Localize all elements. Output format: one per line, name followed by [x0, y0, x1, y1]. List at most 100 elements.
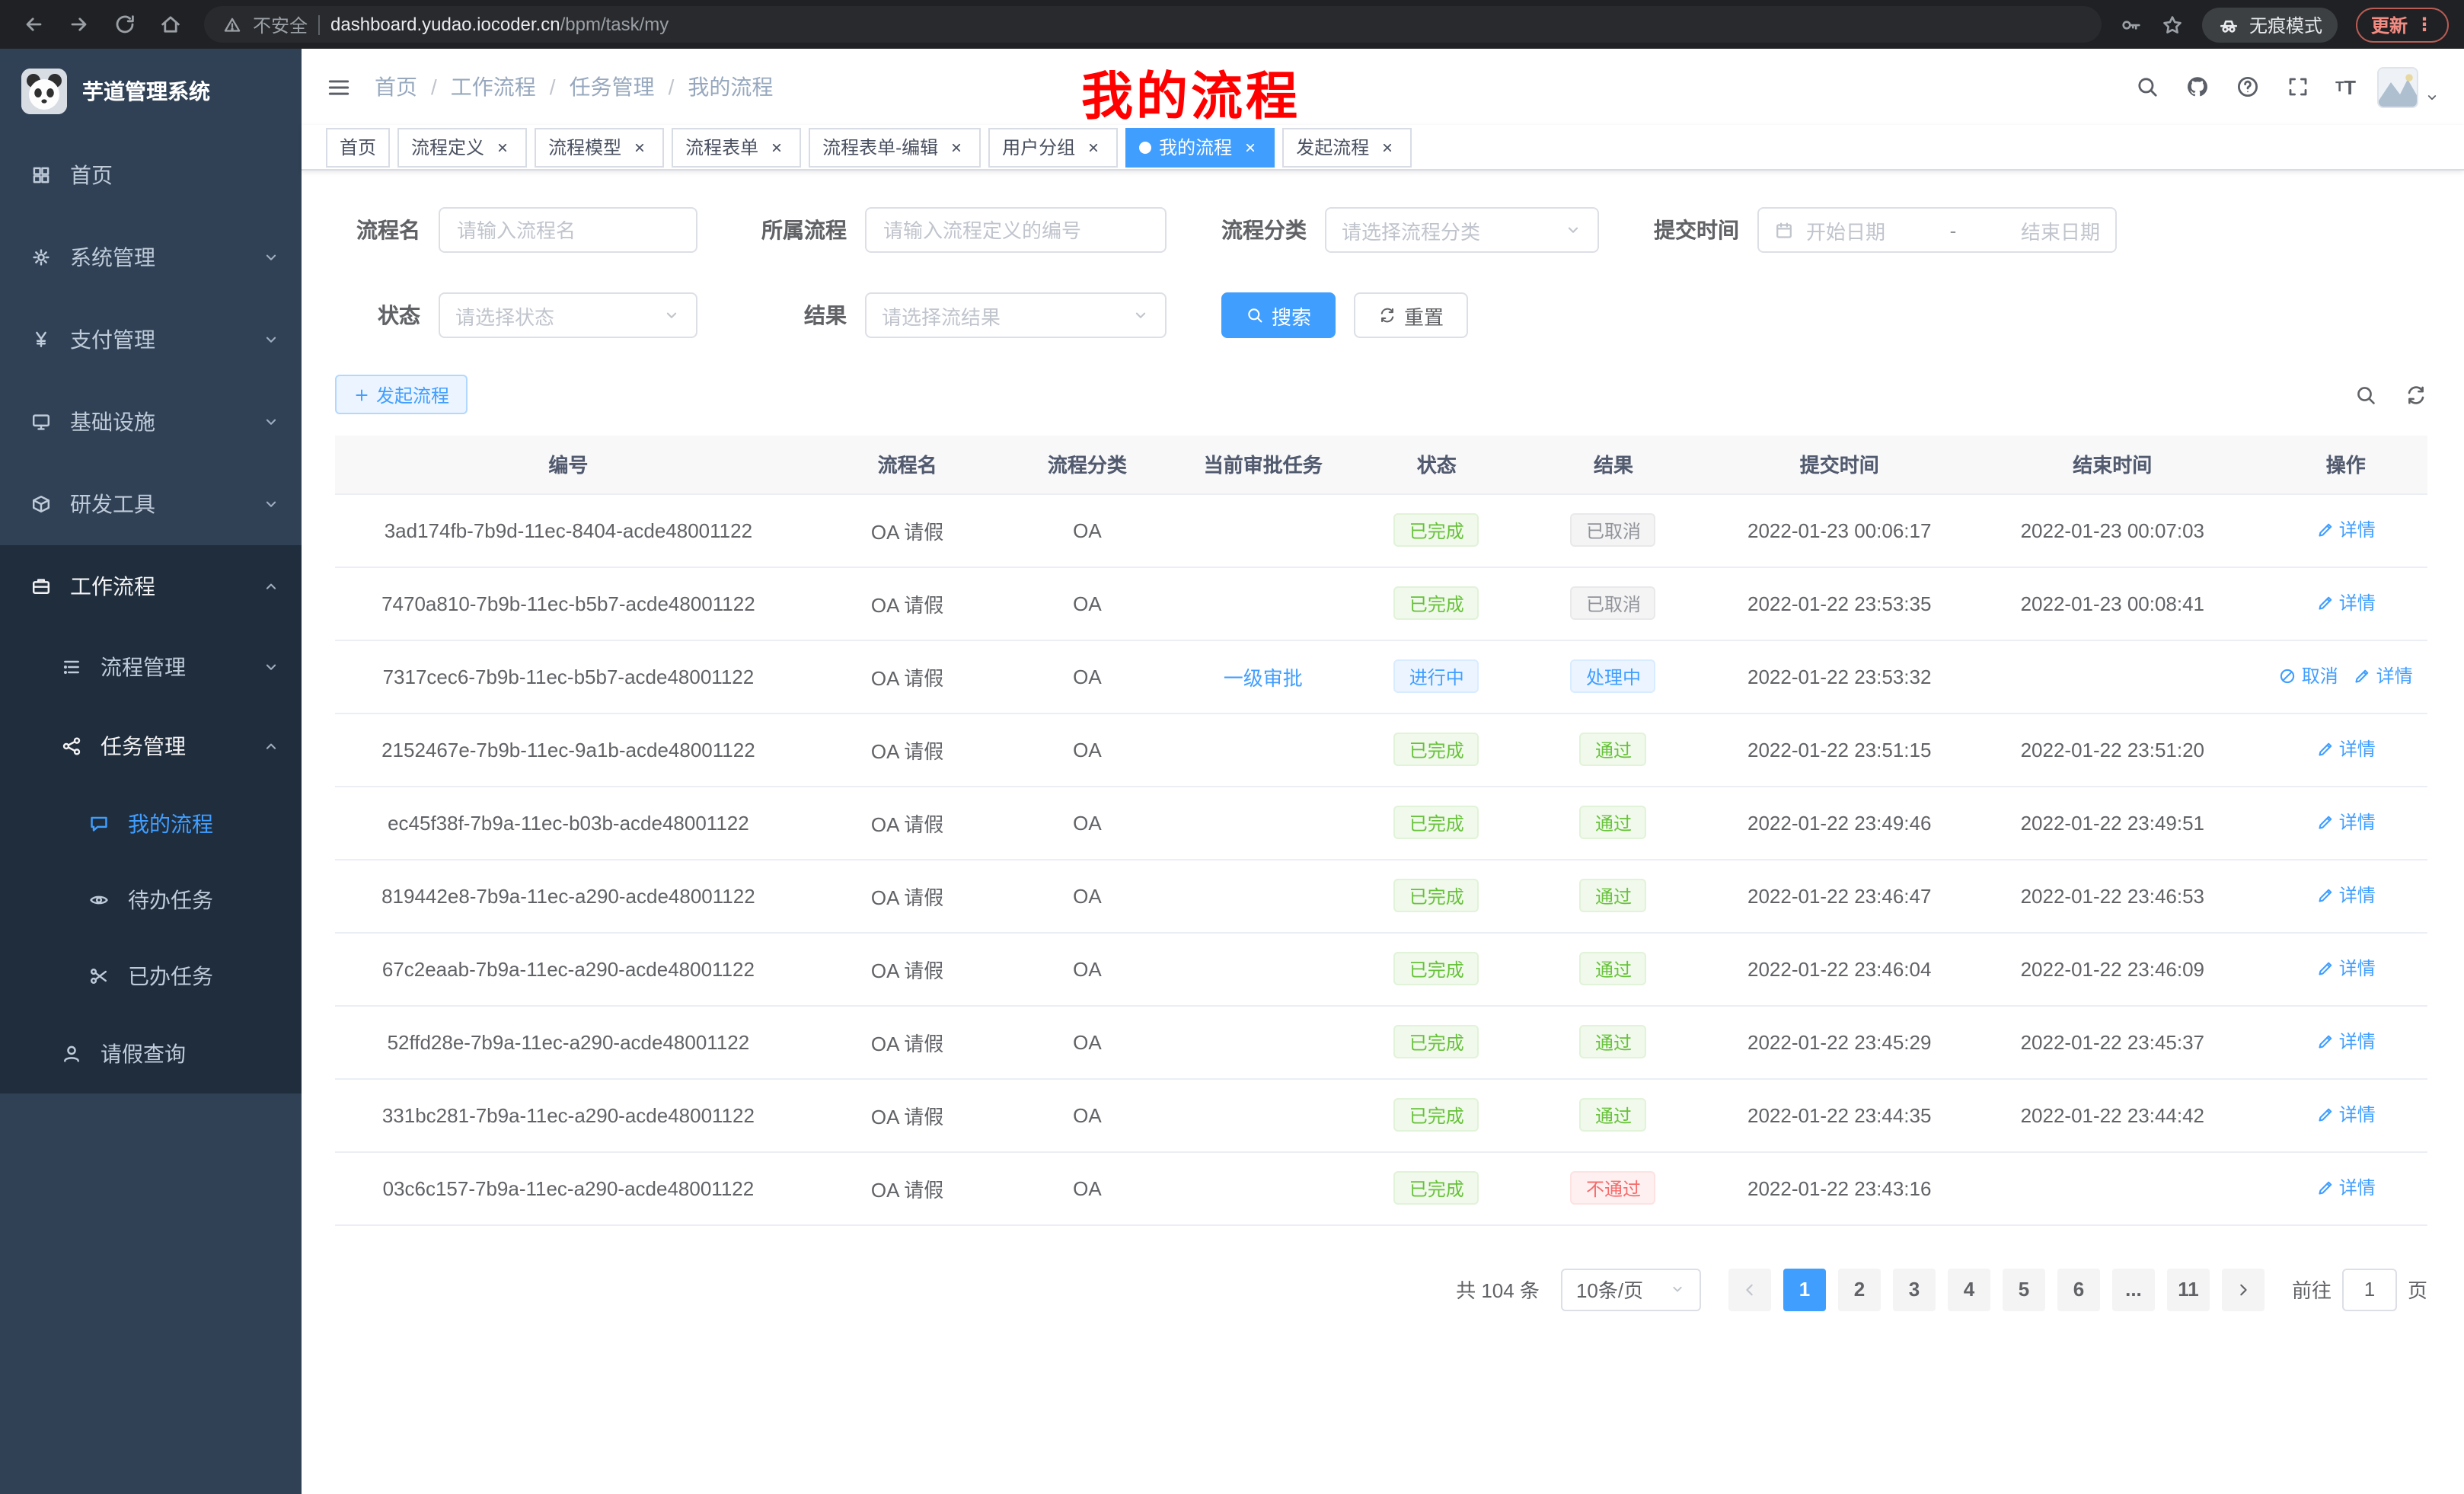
category-select[interactable]: 请选择流程分类 — [1325, 207, 1599, 253]
sidebar-item-task-management[interactable]: 任务管理 — [0, 707, 302, 786]
detail-link[interactable]: 详情 — [2316, 736, 2376, 762]
search-button[interactable]: 搜索 — [1221, 292, 1336, 338]
detail-link[interactable]: 详情 — [2354, 663, 2413, 689]
incognito-badge[interactable]: 无痕模式 — [2202, 7, 2338, 42]
detail-link[interactable]: 详情 — [2316, 1175, 2376, 1201]
breadcrumb-item[interactable]: 任务管理 — [570, 72, 655, 102]
next-page-button[interactable] — [2222, 1268, 2265, 1310]
sidebar-item-home[interactable]: 首页 — [0, 134, 302, 216]
reset-button[interactable]: 重置 — [1354, 292, 1468, 338]
hamburger-icon[interactable] — [326, 74, 352, 100]
close-icon[interactable] — [629, 136, 650, 158]
table-row: 331bc281-7b9a-11ec-a290-acde48001122OA 请… — [335, 1078, 2427, 1151]
sidebar-item-todo-tasks[interactable]: 待办任务 — [0, 862, 302, 938]
view-tab[interactable]: 发起流程 — [1282, 127, 1412, 167]
result-select[interactable]: 请选择流结果 — [865, 292, 1167, 338]
close-icon[interactable] — [1083, 136, 1104, 158]
address-bar[interactable]: 不安全 dashboard.yudao.iocoder.cn/bpm/task/… — [204, 6, 2102, 43]
close-icon[interactable] — [1240, 136, 1261, 158]
back-button[interactable] — [15, 6, 52, 43]
detail-link[interactable]: 详情 — [2316, 883, 2376, 908]
view-tab[interactable]: 流程定义 — [397, 127, 527, 167]
help-button[interactable] — [2235, 75, 2259, 99]
chevron-down-icon — [262, 495, 280, 513]
detail-link[interactable]: 详情 — [2316, 809, 2376, 835]
cell-end-time: 2022-01-22 23:46:53 — [1961, 859, 2264, 932]
close-icon[interactable] — [1377, 136, 1398, 158]
star-button[interactable] — [2161, 13, 2184, 36]
sidebar-item-payment[interactable]: 支付管理 — [0, 298, 302, 381]
close-icon[interactable] — [492, 136, 513, 158]
toggle-search-icon[interactable] — [2354, 383, 2377, 406]
view-tab[interactable]: 流程表单-编辑 — [809, 127, 981, 167]
pager-page[interactable]: 4 — [1948, 1268, 1990, 1310]
cell-id: 67c2eaab-7b9a-11ec-a290-acde48001122 — [335, 932, 802, 1005]
sidebar-logo[interactable]: 芋道管理系统 — [0, 49, 302, 134]
browser-update-button[interactable]: 更新 ⋮ — [2356, 7, 2449, 42]
github-button[interactable] — [2185, 75, 2209, 99]
sidebar-item-process-management[interactable]: 流程管理 — [0, 627, 302, 707]
goto-page-input[interactable] — [2342, 1268, 2397, 1310]
cell-submit-time: 2022-01-22 23:46:47 — [1718, 859, 1961, 932]
sidebar-item-devtools[interactable]: 研发工具 — [0, 463, 302, 545]
home-button[interactable] — [152, 6, 189, 43]
pager-page[interactable]: 5 — [2003, 1268, 2045, 1310]
view-tab[interactable]: 用户分组 — [988, 127, 1118, 167]
refresh-table-icon[interactable] — [2405, 383, 2427, 406]
close-icon[interactable] — [946, 136, 967, 158]
result-tag: 已取消 — [1571, 586, 1656, 620]
pager-page[interactable]: 2 — [1838, 1268, 1881, 1310]
create-process-button[interactable]: 发起流程 — [335, 375, 468, 414]
pager-page[interactable]: 6 — [2057, 1268, 2100, 1310]
sidebar-item-done-tasks[interactable]: 已办任务 — [0, 938, 302, 1014]
user-menu[interactable] — [2377, 66, 2440, 107]
reload-button[interactable] — [107, 6, 143, 43]
sidebar-item-system[interactable]: 系统管理 — [0, 216, 302, 298]
content: 流程名 所属流程 流程分类 请选择流程分类 — [302, 171, 2464, 1310]
cell-submit-time: 2022-01-22 23:44:35 — [1718, 1078, 1961, 1151]
sidebar-item-infrastructure[interactable]: 基础设施 — [0, 381, 302, 463]
name-input[interactable] — [439, 207, 697, 253]
detail-link[interactable]: 详情 — [2316, 956, 2376, 982]
pager-page[interactable]: 1 — [1783, 1268, 1826, 1310]
view-tab[interactable]: 首页 — [326, 127, 390, 167]
tab-label: 流程模型 — [548, 134, 621, 160]
sidebar-item-leave-query[interactable]: 请假查询 — [0, 1014, 302, 1093]
detail-link[interactable]: 详情 — [2316, 1029, 2376, 1055]
breadcrumb-item[interactable]: 工作流程 — [451, 72, 536, 102]
home-icon — [158, 12, 183, 37]
prev-page-button[interactable] — [1728, 1268, 1771, 1310]
pager-more[interactable]: ... — [2112, 1268, 2155, 1310]
status-select[interactable]: 请选择状态 — [439, 292, 697, 338]
cancel-link[interactable]: 取消 — [2279, 663, 2338, 689]
chevron-down-icon — [1131, 306, 1150, 324]
detail-link[interactable]: 详情 — [2316, 1102, 2376, 1128]
font-size-button[interactable]: TT — [2335, 75, 2356, 98]
security-label[interactable]: 不安全 — [253, 11, 308, 37]
close-icon[interactable] — [766, 136, 787, 158]
sidebar-item-workflow[interactable]: 工作流程 — [0, 545, 302, 627]
view-tab[interactable]: 流程模型 — [535, 127, 664, 167]
key-button[interactable] — [2120, 13, 2143, 36]
page-size-select[interactable]: 10条/页 — [1561, 1268, 1701, 1310]
url-text[interactable]: dashboard.yudao.iocoder.cn/bpm/task/my — [330, 14, 669, 35]
breadcrumb-item[interactable]: 首页 — [375, 72, 417, 102]
pager-page[interactable]: 3 — [1893, 1268, 1936, 1310]
search-button[interactable] — [2134, 75, 2159, 99]
browser-nav-buttons — [15, 6, 189, 43]
view-tab[interactable]: 流程表单 — [672, 127, 801, 167]
current-task-link[interactable]: 一级审批 — [1224, 666, 1303, 689]
kebab-menu-icon[interactable]: ⋮ — [2415, 14, 2434, 35]
forward-button[interactable] — [61, 6, 97, 43]
definition-input[interactable] — [865, 207, 1167, 253]
pager-page[interactable]: 11 — [2167, 1268, 2210, 1310]
view-tab[interactable]: 我的流程 — [1125, 127, 1275, 167]
sidebar-item-my-process[interactable]: 我的流程 — [0, 786, 302, 862]
date-range-picker[interactable]: 开始日期 - 结束日期 — [1757, 207, 2117, 253]
fullscreen-button[interactable] — [2285, 75, 2309, 99]
avatar[interactable] — [2377, 66, 2418, 107]
detail-link[interactable]: 详情 — [2316, 517, 2376, 543]
detail-link[interactable]: 详情 — [2316, 590, 2376, 616]
result-tag: 通过 — [1580, 879, 1647, 912]
table-row: 52ffd28e-7b9a-11ec-a290-acde48001122OA 请… — [335, 1005, 2427, 1078]
